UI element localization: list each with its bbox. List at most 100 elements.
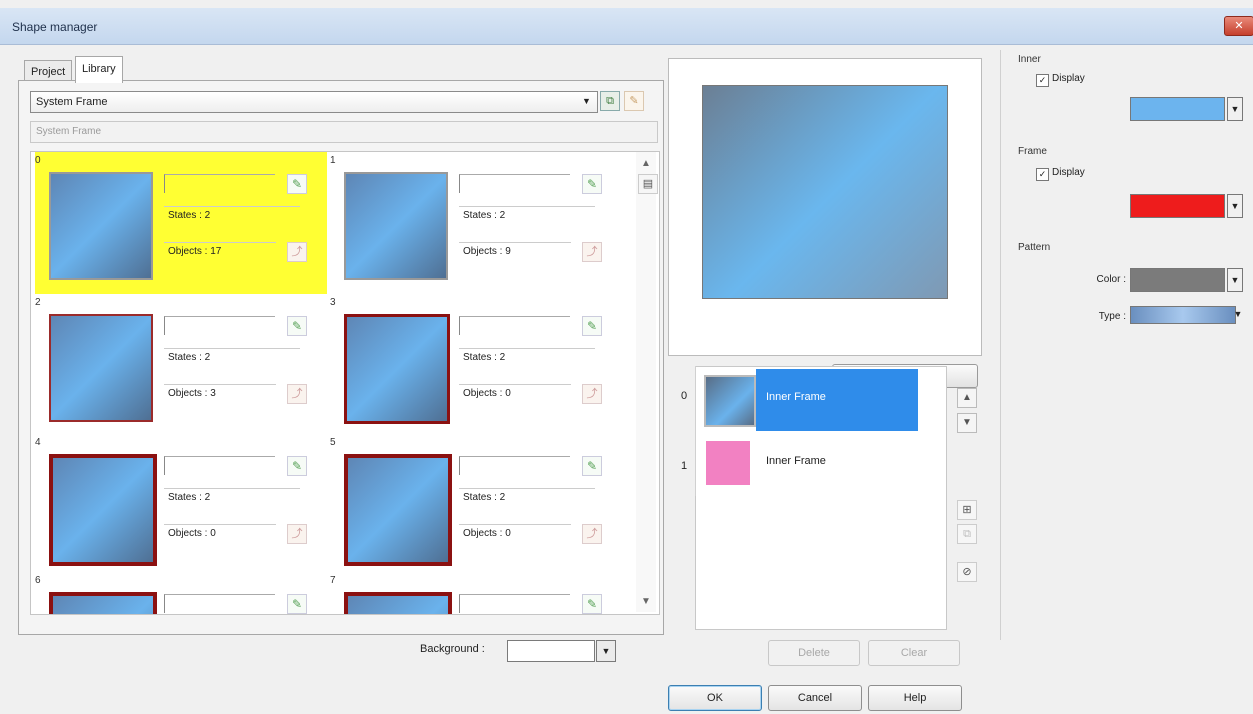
window-title: Shape manager — [12, 20, 98, 34]
shape-states: States : 2 — [459, 488, 595, 507]
inner-section-label: Inner — [1018, 54, 1041, 65]
clear-button[interactable]: Clear — [868, 640, 960, 666]
close-button[interactable]: ✕ — [1224, 16, 1253, 36]
shape-states: States : 2 — [164, 488, 300, 507]
layer-index-column — [673, 366, 696, 496]
layer-thumbnail — [706, 441, 750, 485]
shape-name-input[interactable] — [164, 456, 275, 475]
link-icon[interactable]: ⤴ — [287, 524, 307, 544]
shape-objects: Objects : 3 — [164, 384, 276, 403]
shape-name-input[interactable] — [164, 594, 275, 613]
pattern-type-select[interactable] — [1130, 306, 1236, 324]
pencil-icon[interactable]: ✎ — [287, 174, 307, 194]
layer-list: Inner Frame Inner Frame — [695, 366, 947, 630]
shape-item[interactable]: 6 ✎ — [31, 572, 323, 614]
pattern-color-label: Color : — [1096, 274, 1126, 285]
frame-display-label: Display — [1052, 167, 1085, 178]
shape-index: 2 — [35, 297, 41, 308]
shape-name-input[interactable] — [164, 316, 275, 335]
chevron-down-icon[interactable]: ▼ — [1227, 268, 1243, 292]
delete-button[interactable]: Delete — [768, 640, 860, 666]
scroll-up-icon[interactable]: ▲ — [638, 158, 654, 169]
shape-item[interactable]: 7 ✎ — [326, 572, 618, 614]
shape-index: 1 — [330, 155, 336, 166]
shape-index: 3 — [330, 297, 336, 308]
scroll-down-icon[interactable]: ▼ — [638, 596, 654, 607]
shape-name-input[interactable] — [164, 174, 275, 193]
pencil-icon[interactable]: ✎ — [582, 316, 602, 336]
shape-objects: Objects : 0 — [459, 524, 571, 543]
shape-objects: Objects : 0 — [459, 384, 571, 403]
layer-row-1[interactable]: Inner Frame — [696, 433, 944, 495]
shape-states: States : 2 — [459, 206, 595, 225]
shape-item[interactable]: 3 States : 2 Objects : 0 ✎ ⤴ — [326, 294, 618, 436]
shape-item[interactable]: 0 States : 2 Objects : 17 ✎ ⤴ — [31, 152, 327, 294]
shape-states: States : 2 — [164, 206, 300, 225]
shape-name-input[interactable] — [459, 174, 570, 193]
shape-thumbnail — [49, 314, 153, 422]
shape-name-input[interactable] — [459, 456, 570, 475]
link-icon[interactable]: ⤴ — [582, 384, 602, 404]
frame-display-checkbox[interactable]: ✓ — [1036, 168, 1049, 181]
background-label: Background : — [420, 643, 485, 655]
help-button[interactable]: Help — [868, 685, 962, 711]
shape-item[interactable]: 4 States : 2 Objects : 0 ✎ ⤴ — [31, 434, 323, 576]
move-down-icon[interactable]: ▼ — [957, 413, 977, 433]
chevron-down-icon[interactable]: ▼ — [596, 640, 616, 662]
shape-item[interactable]: 2 States : 2 Objects : 3 ✎ ⤴ — [31, 294, 323, 436]
pencil-icon[interactable]: ✎ — [287, 456, 307, 476]
pencil-icon[interactable]: ✎ — [582, 174, 602, 194]
properties-divider — [1000, 50, 1001, 640]
shape-item[interactable]: 5 States : 2 Objects : 0 ✎ ⤴ — [326, 434, 618, 576]
shape-thumbnail — [344, 172, 448, 280]
pattern-section-label: Pattern — [1018, 242, 1051, 253]
pattern-type-label: Type : — [1098, 311, 1126, 322]
cancel-button[interactable]: Cancel — [768, 685, 862, 711]
link-icon[interactable]: ⤴ — [582, 242, 602, 262]
pencil-icon[interactable]: ✎ — [287, 316, 307, 336]
grid-scrollbar[interactable] — [636, 152, 656, 612]
link-icon[interactable]: ⤴ — [582, 524, 602, 544]
pencil-icon[interactable]: ✎ — [287, 594, 307, 614]
add-layer-icon[interactable]: ⊞ — [957, 500, 977, 520]
layer-thumbnail — [704, 375, 756, 427]
chevron-down-icon[interactable]: ▼ — [1227, 194, 1243, 218]
link-icon[interactable]: ⤴ — [287, 384, 307, 404]
shape-objects: Objects : 17 — [164, 242, 276, 261]
move-up-icon[interactable]: ▲ — [957, 388, 977, 408]
inner-display-checkbox[interactable]: ✓ — [1036, 74, 1049, 87]
copy-icon[interactable]: ⧉ — [600, 91, 620, 111]
background-select[interactable] — [507, 640, 595, 662]
frame-color-swatch[interactable] — [1130, 194, 1225, 218]
shape-thumbnail — [344, 454, 452, 566]
pattern-color-swatch[interactable] — [1130, 268, 1225, 292]
shape-index: 6 — [35, 575, 41, 586]
layer-row-0[interactable]: Inner Frame — [696, 369, 944, 431]
title-bar — [0, 8, 1253, 45]
layer-name: Inner Frame — [766, 391, 826, 403]
shape-states: States : 2 — [459, 348, 595, 367]
paste-icon[interactable]: ✎ — [624, 91, 644, 111]
pencil-icon[interactable]: ✎ — [582, 594, 602, 614]
remove-layer-icon[interactable]: ⊘ — [957, 562, 977, 582]
shape-thumbnail — [344, 592, 452, 614]
shape-name-input[interactable] — [459, 316, 570, 335]
frame-library-select[interactable]: System Frame — [30, 91, 598, 113]
shape-name-input[interactable] — [459, 594, 570, 613]
chevron-down-icon[interactable]: ▼ — [1227, 97, 1243, 121]
link-icon[interactable]: ⤴ — [287, 242, 307, 262]
shape-index: 7 — [330, 575, 336, 586]
shape-item[interactable]: 1 States : 2 Objects : 9 ✎ ⤴ — [326, 152, 618, 294]
shape-preview — [702, 85, 948, 299]
tab-library[interactable]: Library — [75, 56, 123, 83]
layer-name: Inner Frame — [766, 455, 826, 467]
pencil-icon[interactable]: ✎ — [582, 456, 602, 476]
duplicate-layer-icon[interactable]: ⧉ — [957, 524, 977, 544]
shape-thumbnail — [49, 172, 153, 280]
chevron-down-icon[interactable]: ▼ — [1230, 306, 1246, 322]
ok-button[interactable]: OK — [668, 685, 762, 711]
inner-color-swatch[interactable] — [1130, 97, 1225, 121]
shape-thumbnail — [49, 454, 157, 566]
chevron-down-icon[interactable]: ▼ — [579, 93, 594, 109]
grid-view-icon[interactable]: ▤ — [638, 174, 658, 194]
